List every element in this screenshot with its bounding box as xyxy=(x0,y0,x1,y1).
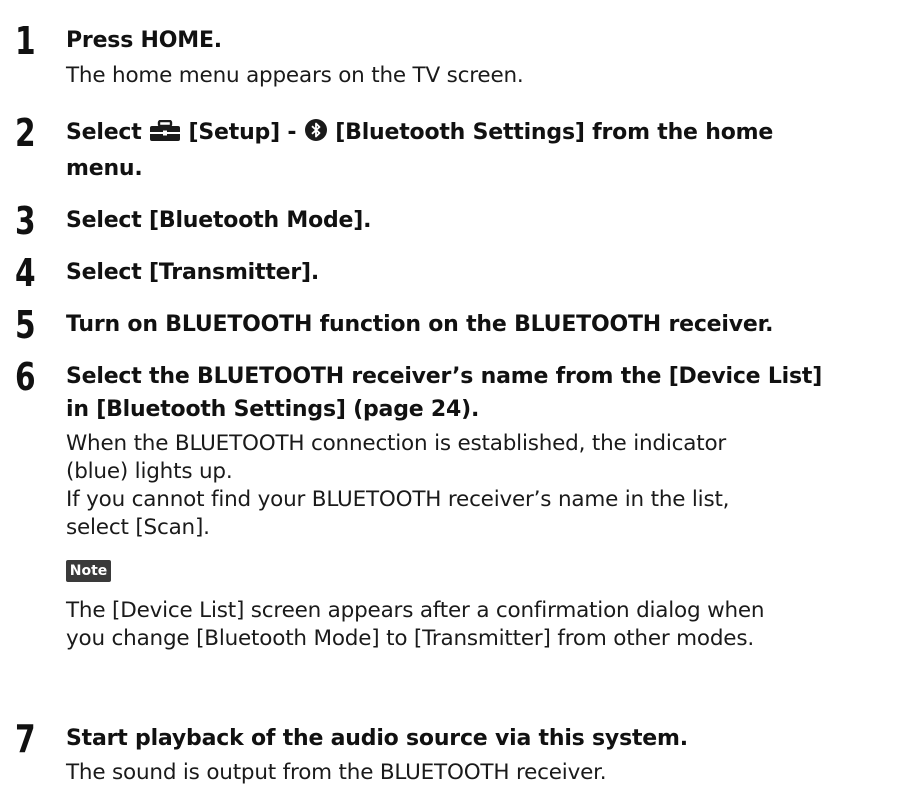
heading-line: in [Bluetooth Settings] (page 24). xyxy=(66,397,480,422)
step-number: 5 xyxy=(15,303,36,347)
step-number: 7 xyxy=(15,717,36,761)
note-text: The [Device List] screen appears after a… xyxy=(66,597,918,653)
step-heading: Select the BLUETOOTH receiver’s name fro… xyxy=(66,360,918,426)
step-body: When the BLUETOOTH connection is establi… xyxy=(66,430,918,542)
toolbox-icon xyxy=(149,119,181,152)
body-line: If you cannot find your BLUETOOTH receiv… xyxy=(66,487,730,512)
bluetooth-icon xyxy=(304,118,328,152)
note-badge: Note xyxy=(66,560,111,582)
step-body: The home menu appears on the TV screen. xyxy=(66,63,524,88)
step-body: The sound is output from the BLUETOOTH r… xyxy=(66,760,607,785)
step-heading: Select [Setup] - [Bluetooth Settings] fr… xyxy=(66,116,918,185)
heading-line: Select the BLUETOOTH receiver’s name fro… xyxy=(66,364,823,389)
step-heading: Start playback of the audio source via t… xyxy=(66,726,688,751)
heading-text: Select xyxy=(66,120,142,145)
step-heading: Select [Bluetooth Mode]. xyxy=(66,208,372,233)
body-line: select [Scan]. xyxy=(66,515,210,540)
heading-text: [Bluetooth Settings] from the home xyxy=(335,120,774,145)
step-number: 2 xyxy=(15,111,36,155)
heading-text: [Setup] - xyxy=(188,120,297,145)
step-number: 3 xyxy=(15,199,36,243)
heading-text: menu. xyxy=(66,156,143,181)
note-line: The [Device List] screen appears after a… xyxy=(66,598,765,623)
body-line: When the BLUETOOTH connection is establi… xyxy=(66,431,727,456)
step-number: 4 xyxy=(15,251,36,295)
step-heading: Select [Transmitter]. xyxy=(66,260,320,285)
step-number: 6 xyxy=(15,355,36,399)
body-line: (blue) lights up. xyxy=(66,459,233,484)
step-heading: Turn on BLUETOOTH function on the BLUETO… xyxy=(66,312,774,337)
step-heading: Press HOME. xyxy=(66,28,222,53)
note-line: you change [Bluetooth Mode] to [Transmit… xyxy=(66,626,754,651)
step-number: 1 xyxy=(15,19,36,63)
